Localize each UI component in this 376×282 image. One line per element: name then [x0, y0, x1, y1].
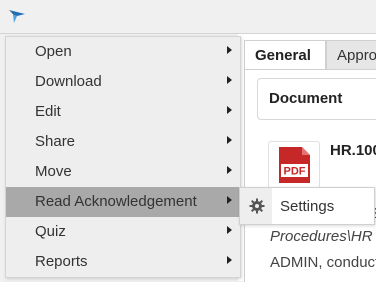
menu-item-reports[interactable]: Reports: [6, 247, 240, 277]
chevron-right-icon: [227, 226, 232, 234]
menu-item-share[interactable]: Share: [6, 127, 240, 157]
submenu-item-settings[interactable]: Settings: [280, 198, 334, 215]
chevron-right-icon: [227, 106, 232, 114]
svg-text:PDF: PDF: [284, 166, 306, 178]
document-name[interactable]: HR.100: [330, 142, 376, 159]
section-title: Document: [269, 90, 343, 107]
document-path: Procedures\HR: [270, 228, 373, 245]
menu-item-move[interactable]: Move: [6, 157, 240, 187]
pdf-icon: PDF: [279, 147, 310, 183]
menu-item-label: Reports: [35, 253, 88, 270]
chevron-right-icon: [227, 46, 232, 54]
menu-item-label: Edit: [35, 103, 61, 120]
read-acknowledgement-submenu: Settings: [239, 187, 375, 225]
context-menu: Open Download Edit Share Move Read Ackno…: [5, 36, 241, 278]
tab-bar: General Approvals: [244, 40, 376, 70]
menu-item-download[interactable]: Download: [6, 67, 240, 97]
top-bar: [0, 0, 376, 34]
menu-item-label: Quiz: [35, 223, 66, 240]
menu-item-label: Download: [35, 73, 102, 90]
menu-item-open[interactable]: Open: [6, 37, 240, 67]
chevron-right-icon: [227, 136, 232, 144]
document-meta: ADMIN, conduct: [270, 254, 376, 271]
menu-item-edit[interactable]: Edit: [6, 97, 240, 127]
chevron-right-icon: [227, 76, 232, 84]
pdf-file-icon[interactable]: PDF: [268, 141, 320, 189]
menu-item-read-acknowledgement[interactable]: Read Acknowledgement: [6, 187, 240, 217]
tab-general[interactable]: General: [244, 40, 326, 70]
chevron-right-icon: [227, 166, 232, 174]
gear-icon: [249, 198, 265, 214]
menu-item-quiz[interactable]: Quiz: [6, 217, 240, 247]
app-logo-icon[interactable]: [8, 8, 26, 24]
document-section-header[interactable]: Document: [257, 78, 376, 120]
chevron-right-icon: [227, 196, 232, 204]
menu-item-label: Read Acknowledgement: [35, 193, 197, 210]
menu-item-label: Move: [35, 163, 72, 180]
chevron-right-icon: [227, 256, 232, 264]
menu-item-label: Open: [35, 43, 72, 60]
tab-approvals[interactable]: Approvals: [326, 40, 376, 70]
menu-item-label: Share: [35, 133, 76, 150]
